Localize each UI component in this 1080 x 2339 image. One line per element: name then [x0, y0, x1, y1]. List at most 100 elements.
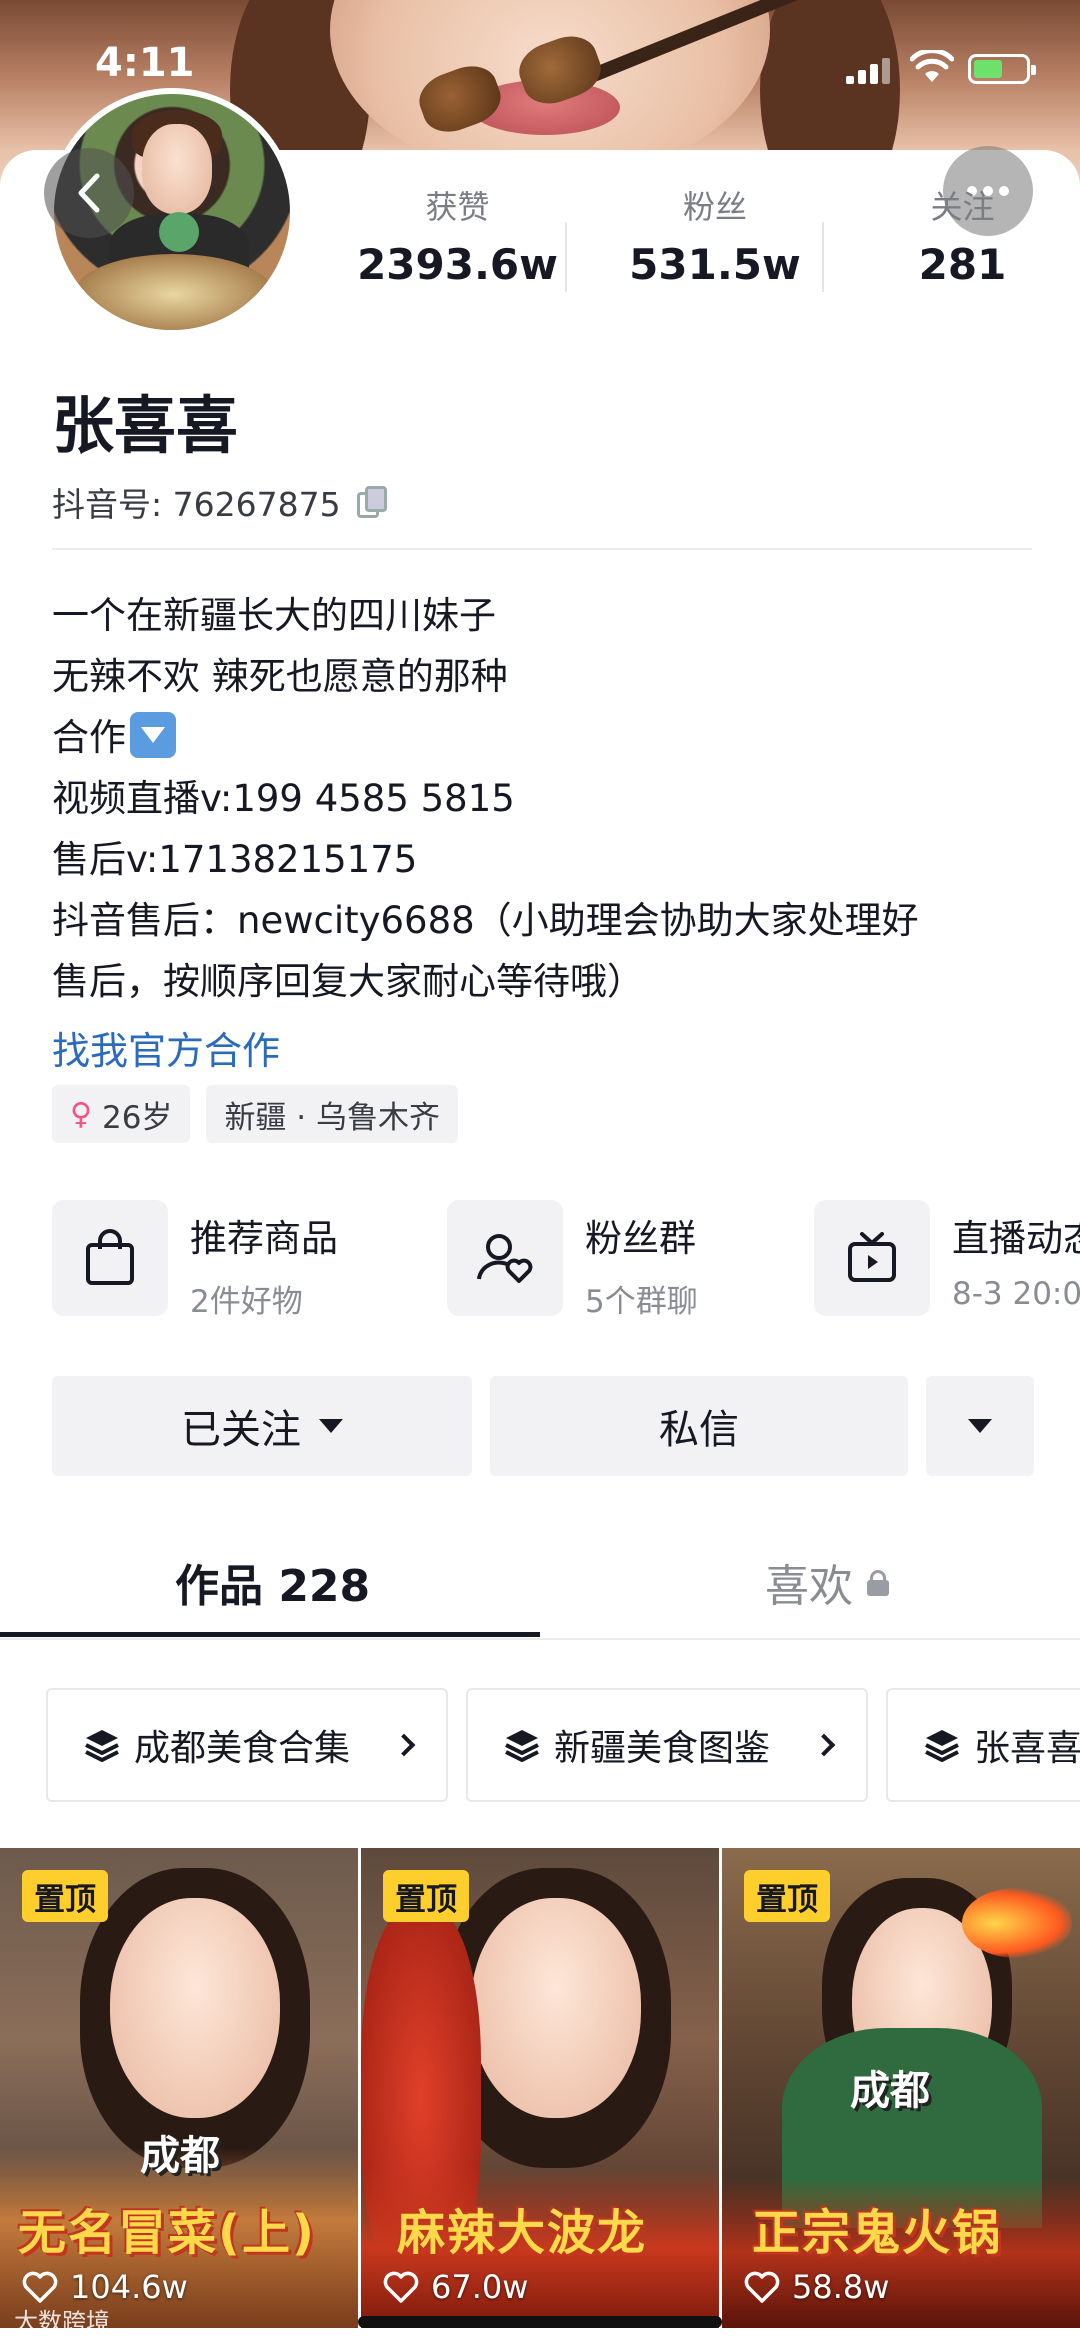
video-likes-count: 67.0w: [431, 2268, 529, 2306]
collection-chip[interactable]: 新疆美食图鉴: [466, 1688, 868, 1802]
layers-icon: [505, 1730, 539, 1762]
entry-subtitle: 5个群聊: [585, 1284, 698, 1320]
wifi-icon: [910, 50, 954, 82]
lock-icon: [867, 1570, 889, 1596]
pinned-badge: 置顶: [22, 1870, 108, 1922]
recommend-dropdown-button[interactable]: [926, 1376, 1034, 1476]
video-title: 麻辣大波龙: [397, 2205, 648, 2261]
chevron-right-icon: [812, 1733, 836, 1757]
location-text: 新疆 · 乌鲁木齐: [224, 1099, 440, 1136]
stat-divider: [565, 222, 567, 292]
live-tv-icon: [848, 1232, 896, 1282]
collection-title: 成都美食合集: [134, 1728, 351, 1769]
chevron-right-icon: [392, 1733, 416, 1757]
stat-label: 关注: [930, 188, 995, 226]
collection-chip[interactable]: 张喜喜: [886, 1688, 1080, 1802]
video-likes-count: 104.6w: [70, 2268, 188, 2306]
fan-group-icon: [477, 1234, 533, 1283]
bio-line: 视频直播v:199 4585 5815: [52, 777, 515, 820]
tab-works[interactable]: 作品 228: [175, 1550, 370, 1614]
stat-value: 281: [918, 240, 1007, 289]
stat-value: 531.5w: [629, 240, 801, 289]
entry-title: 粉丝群: [585, 1217, 696, 1260]
bio-line: 售后，按顺序回复大家耐心等待哦）: [52, 960, 644, 1003]
stat-value: 2393.6w: [357, 240, 558, 289]
cellular-signal-icon: [846, 58, 890, 84]
recommended-products-entry[interactable]: 推荐商品 2件好物: [52, 1200, 338, 1320]
copy-icon[interactable]: [356, 486, 387, 518]
content-tabs: 作品 228 喜欢: [0, 1530, 1080, 1640]
official-cooperation-link[interactable]: 找我官方合作: [52, 1020, 280, 1075]
video-likes: 104.6w: [22, 2268, 188, 2306]
bio-line: 合作: [52, 707, 1042, 768]
entry-subtitle: 2件好物: [190, 1284, 303, 1320]
pinned-badge: 置顶: [744, 1870, 830, 1922]
message-label: 私信: [659, 1407, 739, 1453]
live-updates-entry[interactable]: 直播动态 8-3 20:0: [814, 1200, 1080, 1316]
heart-icon: [22, 2271, 58, 2303]
video-likes-count: 58.8w: [792, 2268, 890, 2306]
quick-entries: 推荐商品 2件好物 粉丝群 5个群聊 直播动态 8-3 20:0: [52, 1200, 1080, 1320]
tab-likes-label: 喜欢: [765, 1561, 853, 1612]
layers-icon: [925, 1730, 959, 1762]
video-title: 无名冒菜(上): [18, 2205, 316, 2261]
stat-following[interactable]: 关注 281: [845, 182, 1080, 292]
status-time: 4:11: [95, 40, 195, 86]
video-likes: 58.8w: [744, 2268, 889, 2306]
heart-icon: [383, 2271, 419, 2303]
message-button[interactable]: 私信: [490, 1376, 908, 1476]
entry-title: 推荐商品: [190, 1217, 338, 1260]
profile-tags: ♀ 26岁 新疆 · 乌鲁木齐: [52, 1085, 458, 1143]
video-thumbnail[interactable]: 置顶 成都 正宗鬼火锅 58.8w: [722, 1848, 1080, 2328]
profile-name: 张喜喜: [52, 389, 239, 462]
collections-row: 成都美食合集 新疆美食图鉴 张喜喜: [46, 1688, 1080, 1802]
active-tab-indicator: [0, 1632, 540, 1637]
chevron-left-icon: [78, 173, 100, 213]
shopping-bag-icon: [86, 1229, 134, 1285]
video-title: 正宗鬼火锅: [752, 2205, 1003, 2261]
collection-title: 张喜喜: [974, 1728, 1080, 1769]
profile-bio: 一个在新疆长大的四川妹子 无辣不欢 辣死也愿意的那种 合作 视频直播v:199 …: [52, 585, 1042, 1012]
tab-likes[interactable]: 喜欢: [765, 1550, 889, 1614]
collection-chip[interactable]: 成都美食合集: [46, 1688, 448, 1802]
stat-followers[interactable]: 粉丝 531.5w: [585, 182, 845, 292]
followed-button[interactable]: 已关注: [52, 1376, 472, 1476]
bio-line: 无辣不欢 辣死也愿意的那种: [52, 655, 508, 698]
age-text: 26岁: [101, 1099, 173, 1136]
back-button[interactable]: [44, 148, 134, 238]
bio-line-text: 合作: [52, 716, 126, 759]
entry-title: 直播动态: [952, 1217, 1080, 1260]
fan-group-entry[interactable]: 粉丝群 5个群聊: [447, 1200, 698, 1320]
douyin-id: 抖音号: 76267875: [52, 478, 387, 526]
followed-label: 已关注: [181, 1407, 301, 1453]
video-city-label: 成都: [140, 2133, 220, 2179]
bio-line: 一个在新疆长大的四川妹子: [52, 594, 496, 637]
video-thumbnail[interactable]: 置顶 成都 无名冒菜(上) 104.6w: [0, 1848, 358, 2328]
video-city-label: 成都: [850, 2068, 930, 2114]
stat-label: 获赞: [425, 188, 490, 226]
female-icon: ♀: [70, 1096, 92, 1132]
watermark: 大数跨境: [14, 2308, 110, 2336]
collection-title: 新疆美食图鉴: [554, 1728, 771, 1769]
section-divider: [52, 548, 1032, 550]
pinned-badge: 置顶: [383, 1870, 469, 1922]
age-tag: ♀ 26岁: [52, 1085, 191, 1143]
douyin-id-text: 抖音号: 76267875: [52, 485, 341, 524]
stat-label: 粉丝: [682, 188, 747, 226]
video-thumbnail[interactable]: 置顶 麻辣大波龙 67.0w: [361, 1848, 719, 2328]
stat-divider: [822, 222, 824, 292]
caret-down-icon: [968, 1419, 992, 1433]
down-arrow-emoji-icon: [130, 712, 176, 758]
stat-likes-received[interactable]: 获赞 2393.6w: [330, 182, 585, 292]
battery-icon: [968, 54, 1036, 84]
location-tag: 新疆 · 乌鲁木齐: [206, 1085, 458, 1143]
home-indicator[interactable]: [358, 2316, 722, 2328]
heart-icon: [744, 2271, 780, 2303]
caret-down-icon: [319, 1419, 343, 1433]
profile-stats: 获赞 2393.6w 粉丝 531.5w 关注 281: [330, 182, 1080, 292]
entry-subtitle: 8-3 20:0: [952, 1276, 1080, 1312]
video-likes: 67.0w: [383, 2268, 528, 2306]
bio-line: 售后v:17138215175: [52, 838, 418, 881]
video-grid: 置顶 成都 无名冒菜(上) 104.6w 置顶 麻辣大波龙 67.0w 置顶 成…: [0, 1848, 1080, 2339]
bio-line: 抖音售后：newcity6688（小助理会协助大家处理好: [52, 899, 919, 942]
